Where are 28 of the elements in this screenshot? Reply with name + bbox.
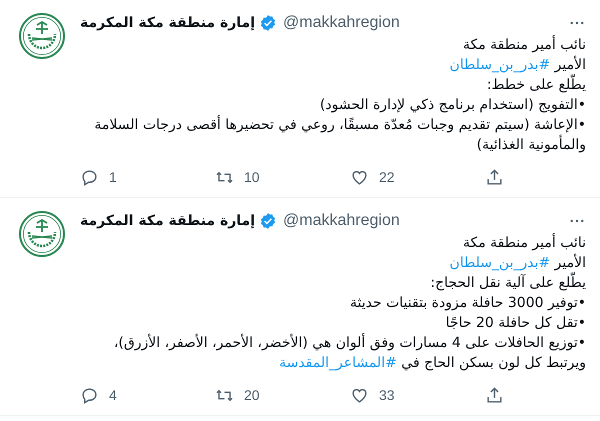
retweet-count: 20	[244, 387, 260, 403]
tweet-text: •توزيع الحافلات على 4 مسارات وفق ألوان هي (الأخضر، الأحمر، الأصفر، الأزرق)،	[112, 333, 586, 353]
tweet-text: •تقل كل حافلة 20 حاجًا	[444, 314, 586, 333]
author-handle[interactable]: @makkahregion	[283, 212, 400, 230]
tweet-text: نائب أمير منطقة مكة	[462, 35, 586, 55]
tweet-text: الأمير #بدر_بن_سلطان	[448, 55, 586, 74]
retweet-count: 10	[244, 169, 260, 185]
tweet-text: ويرتبط كل لون بسكن الحاج في #المشاعر_المقدسة	[278, 354, 586, 373]
reply-icon[interactable]	[80, 386, 99, 404]
avatar-emblem-icon[interactable]	[18, 12, 66, 60]
tweet-text: يطّلع على خطط:	[80, 75, 586, 95]
reply-count: 1	[109, 169, 117, 185]
share-icon[interactable]	[485, 386, 504, 404]
tweet-text: •الإعاشة (سيتم تقديم وجبات مُعدّة مسبقًا، روعي في تحضيرها أقصى درجات السلامة والمأمونية الغذائية)	[93, 115, 586, 155]
reply-count: 4	[109, 387, 117, 403]
tweet-text: الأمير #بدر_بن_سلطان	[448, 253, 586, 272]
tweet-text: •التفويج (استخدام برنامج ذكي لإدارة الحشود)	[318, 96, 586, 115]
tweet-text: نائب أمير منطقة مكة	[462, 233, 586, 253]
author-name[interactable]: إمارة منطقة مكة المكرمة	[80, 213, 256, 229]
tweet-text: •توفير 3000 حافلة مزودة بتقنيات حديثة	[349, 294, 586, 313]
tweet-text: يطّلع على آلية نقل الحجاج:	[80, 273, 586, 293]
share-icon[interactable]	[485, 168, 504, 186]
author-name[interactable]: إمارة منطقة مكة المكرمة	[80, 15, 256, 31]
like-count: 33	[379, 387, 395, 403]
reply-icon[interactable]	[80, 168, 99, 186]
author-handle[interactable]: @makkahregion	[283, 14, 400, 32]
like-count: 22	[379, 169, 395, 185]
avatar-emblem-icon[interactable]	[18, 210, 66, 258]
